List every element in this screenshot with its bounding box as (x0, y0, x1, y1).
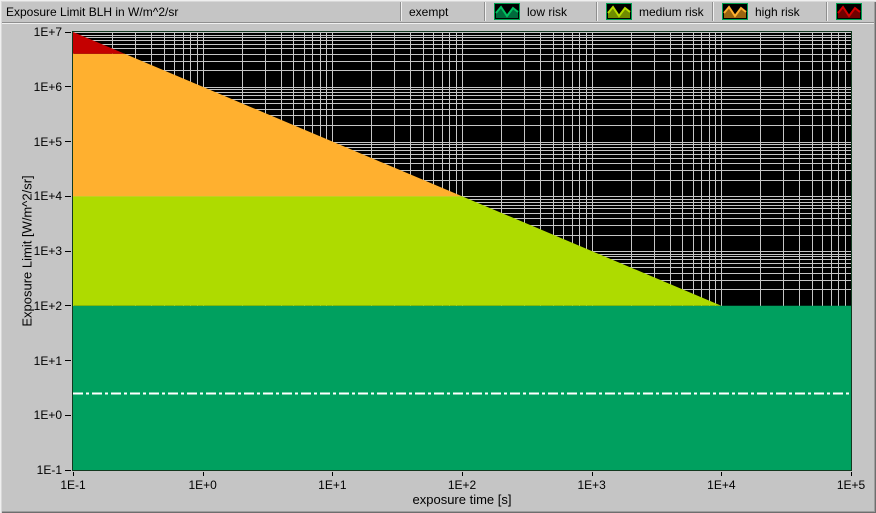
x-tick-label: 1E-1 (43, 478, 103, 492)
x-tick-label: 1E+0 (173, 478, 233, 492)
legend-divider (712, 2, 714, 21)
legend-divider (596, 2, 598, 21)
legend-label: low risk (527, 5, 567, 19)
y-tick-mark (65, 86, 71, 87)
legend-item-low-risk[interactable]: low risk (484, 1, 596, 22)
x-tick-label: 1E+4 (691, 478, 751, 492)
plot-legend: exempt low risk medium risk high risk (400, 1, 868, 22)
legend-item-medium-risk[interactable]: medium risk (596, 1, 712, 22)
legend-item-plot-4[interactable] (826, 1, 868, 22)
x-tick-mark (332, 472, 333, 476)
legend-divider (400, 2, 402, 21)
y-tick-mark (65, 305, 71, 306)
y-axis-title: Exposure Limit [W/m^2/sr] (20, 175, 35, 326)
y-tick-label: 1E+7 (14, 25, 62, 39)
region-exempt (73, 306, 851, 470)
y-tick-mark (65, 32, 71, 33)
x-tick-mark (73, 472, 74, 476)
y-tick-mark (65, 251, 71, 252)
plot-area[interactable] (72, 31, 852, 471)
x-tick-label: 1E+5 (821, 478, 876, 492)
x-tick-label: 1E+2 (432, 478, 492, 492)
legend-divider (826, 2, 828, 21)
x-axis-title: exposure time [s] (262, 492, 662, 507)
legend-item-high-risk[interactable]: high risk (712, 1, 826, 22)
orange-waveform-icon (722, 3, 748, 20)
x-tick-mark (462, 472, 463, 476)
y-tick-mark (65, 415, 71, 416)
y-tick-mark (65, 196, 71, 197)
green-waveform-icon (494, 3, 520, 20)
x-tick-mark (721, 472, 722, 476)
legend-divider (484, 2, 486, 21)
y-tick-label: 1E-1 (14, 463, 62, 477)
y-tick-label: 1E+6 (14, 80, 62, 94)
graph-panel: Exposure Limit BLH in W/m^2/sr exempt low… (0, 0, 876, 513)
y-tick-label: 1E+1 (14, 354, 62, 368)
x-tick-label: 1E+3 (562, 478, 622, 492)
plot-canvas (73, 32, 851, 470)
x-tick-mark (592, 472, 593, 476)
graph-title: Exposure Limit BLH in W/m^2/sr (6, 5, 178, 19)
header-divider (2, 22, 874, 24)
y-tick-label: 1E+0 (14, 408, 62, 422)
legend-label: medium risk (639, 5, 704, 19)
y-tick-mark (65, 360, 71, 361)
legend-label: exempt (409, 5, 448, 19)
x-tick-mark (851, 472, 852, 476)
y-tick-mark (65, 141, 71, 142)
yellow-waveform-icon (606, 3, 632, 20)
y-tick-mark (65, 470, 71, 471)
legend-item-exempt[interactable]: exempt (400, 1, 484, 22)
legend-label: high risk (755, 5, 800, 19)
x-tick-label: 1E+1 (302, 478, 362, 492)
y-tick-label: 1E+5 (14, 135, 62, 149)
red-waveform-icon (836, 3, 862, 20)
x-tick-mark (203, 472, 204, 476)
